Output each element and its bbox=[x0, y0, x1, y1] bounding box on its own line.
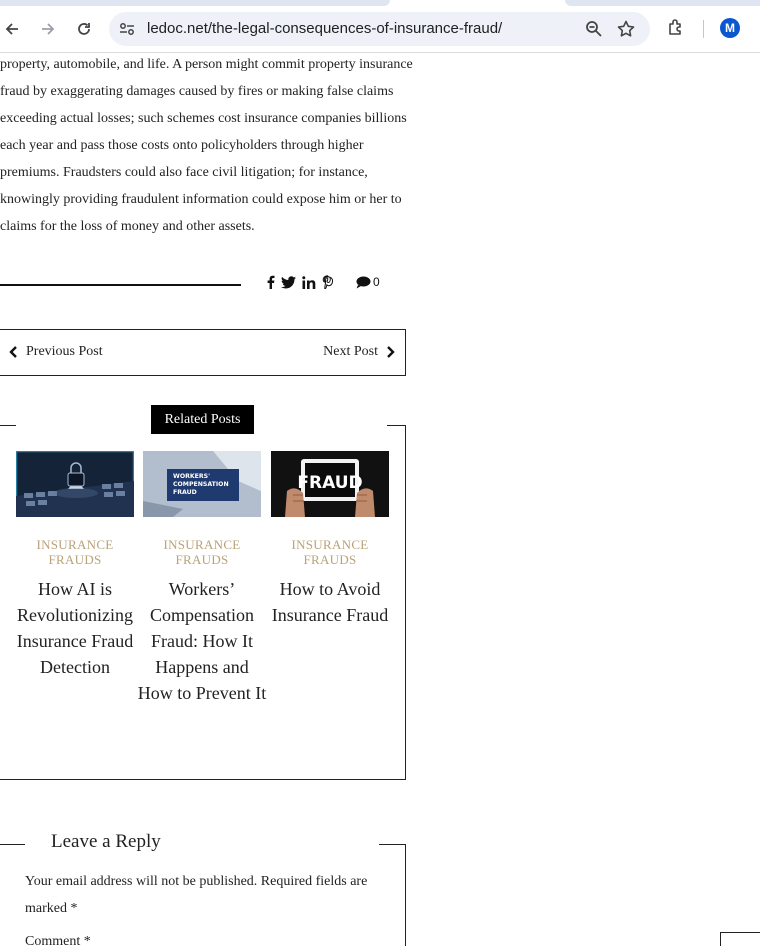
article-line: property, automobile, and life. A person… bbox=[0, 57, 413, 72]
reload-icon bbox=[78, 23, 90, 35]
svg-text:WORKERS': WORKERS' bbox=[173, 473, 210, 480]
related-post-title[interactable]: How to Avoid Insurance Fraud bbox=[271, 576, 389, 628]
url-text[interactable]: ledoc.net/the-legal-consequences-of-insu… bbox=[147, 20, 502, 37]
related-post-card: WORKERS' COMPENSATION FRAUD INSURANCE FR… bbox=[138, 451, 266, 706]
related-post-thumbnail[interactable]: FRAUD bbox=[271, 451, 389, 517]
next-post-label: Next Post bbox=[323, 344, 378, 359]
tab-strip-left bbox=[0, 0, 390, 6]
previous-post-label: Previous Post bbox=[26, 344, 103, 359]
article-line: each year and pass those costs onto poli… bbox=[0, 138, 364, 153]
forward-button[interactable] bbox=[36, 17, 60, 41]
tab-strip-right bbox=[565, 0, 760, 6]
comment-count: 0 bbox=[373, 275, 380, 289]
related-post-card: FRAUD INSURANCE FRAUDS How to Avoid Insu… bbox=[271, 451, 389, 628]
svg-text:COMPENSATION: COMPENSATION bbox=[173, 481, 229, 488]
floating-widget[interactable] bbox=[720, 932, 760, 946]
chevron-right-icon bbox=[387, 346, 395, 358]
reply-heading: Leave a Reply bbox=[50, 831, 162, 853]
comment-bubble-icon bbox=[356, 276, 371, 288]
article-body: property, automobile, and life. A person… bbox=[0, 51, 413, 240]
article-line: knowingly providing fraudulent informati… bbox=[0, 192, 402, 207]
extensions-icon[interactable] bbox=[666, 18, 686, 38]
related-post-title[interactable]: How AI is Revolutionizing Insurance Frau… bbox=[10, 576, 140, 680]
related-post-category[interactable]: INSURANCE FRAUDS bbox=[271, 537, 389, 567]
back-arrow-icon bbox=[5, 23, 18, 35]
previous-post-link[interactable]: Previous Post bbox=[9, 344, 103, 360]
related-posts-heading: Related Posts bbox=[151, 405, 254, 434]
article-line: exceeding actual losses; such schemes co… bbox=[0, 111, 407, 126]
svg-text:FRAUD: FRAUD bbox=[173, 489, 197, 496]
toolbar-divider bbox=[703, 20, 704, 38]
related-post-thumbnail[interactable]: WORKERS' COMPENSATION FRAUD bbox=[143, 451, 261, 517]
forward-arrow-icon bbox=[42, 23, 55, 35]
zoom-icon[interactable] bbox=[584, 19, 604, 39]
article-line: claims for the loss of money and other a… bbox=[0, 219, 255, 234]
chevron-left-icon bbox=[9, 346, 17, 358]
svg-text:FRAUD: FRAUD bbox=[297, 473, 362, 493]
related-post-category[interactable]: INSURANCE FRAUDS bbox=[143, 537, 261, 567]
related-post-category[interactable]: INSURANCE FRAUDS bbox=[16, 537, 134, 567]
facebook-icon[interactable] bbox=[266, 275, 275, 293]
site-info-icon[interactable] bbox=[118, 20, 136, 38]
related-post-card: INSURANCE FRAUDS How AI is Revolutionizi… bbox=[16, 451, 134, 680]
twitter-icon[interactable] bbox=[281, 275, 296, 293]
profile-avatar[interactable]: M bbox=[720, 18, 740, 38]
bookmark-star-icon[interactable] bbox=[616, 19, 636, 39]
article-line: fraud by exaggerating damages caused by … bbox=[0, 84, 394, 99]
related-post-title[interactable]: Workers’ Compensation Fraud: How It Happ… bbox=[137, 576, 267, 706]
reload-button[interactable] bbox=[72, 17, 96, 41]
comment-field-label: Comment * bbox=[25, 934, 91, 946]
comment-count-link[interactable]: 0 bbox=[356, 275, 380, 289]
share-buttons bbox=[266, 275, 334, 293]
browser-toolbar: ledoc.net/the-legal-consequences-of-insu… bbox=[0, 0, 760, 53]
post-navigation: Previous Post Next Post bbox=[0, 329, 406, 376]
back-button[interactable] bbox=[0, 17, 24, 41]
related-post-thumbnail[interactable] bbox=[16, 451, 134, 517]
address-bar[interactable]: ledoc.net/the-legal-consequences-of-insu… bbox=[109, 12, 650, 46]
article-line: premiums. Fraudsters could also face civ… bbox=[0, 165, 368, 180]
pinterest-icon[interactable] bbox=[322, 275, 334, 293]
next-post-link[interactable]: Next Post bbox=[323, 344, 395, 360]
share-divider bbox=[0, 284, 241, 286]
reply-notice: Your email address will not be published… bbox=[25, 874, 368, 916]
linkedin-icon[interactable] bbox=[302, 275, 316, 293]
